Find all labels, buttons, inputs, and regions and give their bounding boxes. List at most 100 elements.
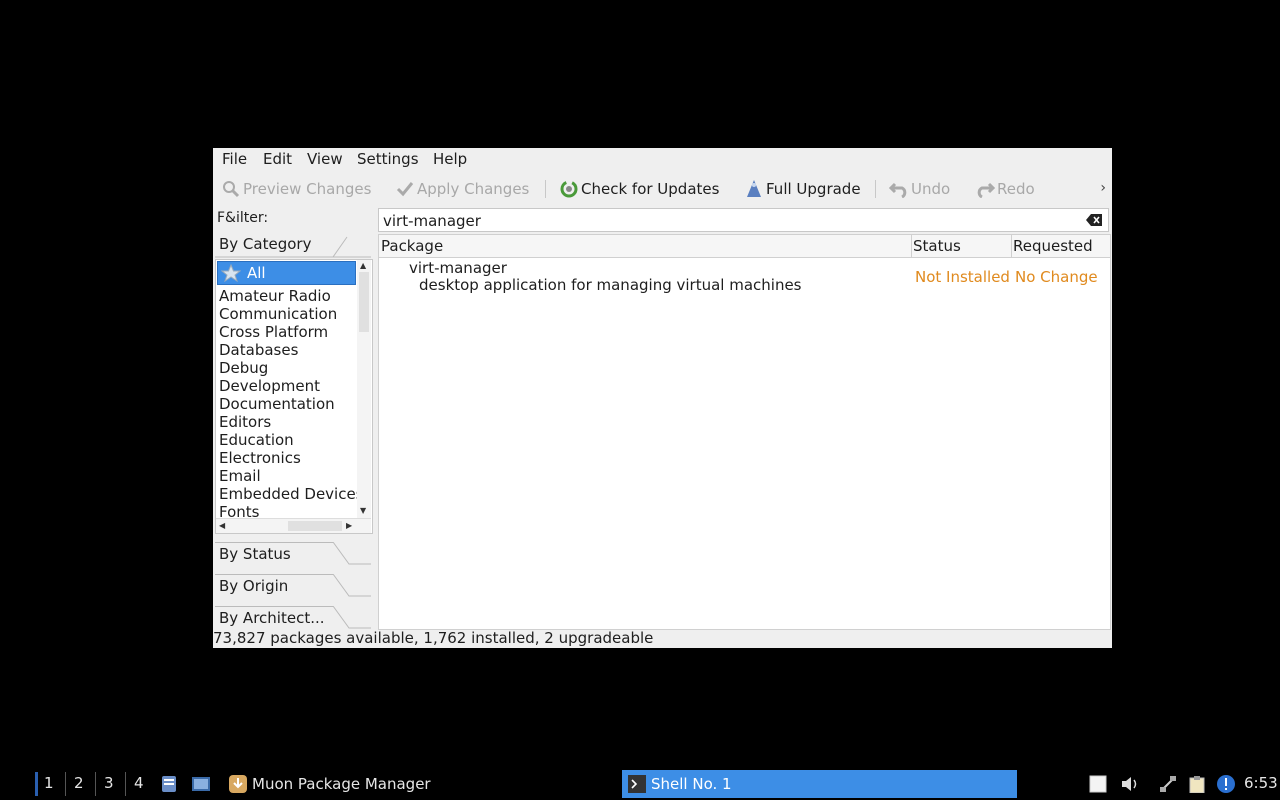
category-item[interactable]: Documentation xyxy=(216,395,357,413)
toolbar-separator xyxy=(875,180,876,198)
category-item[interactable]: Embedded Devices xyxy=(216,485,357,503)
workspace-separator xyxy=(125,772,126,796)
task-label: Shell No. 1 xyxy=(651,775,732,793)
column-divider[interactable] xyxy=(911,235,912,257)
package-table: Package Status Requested virt-manager de… xyxy=(378,234,1111,630)
category-item[interactable]: Education xyxy=(216,431,357,449)
clock[interactable]: 6:53 xyxy=(1244,774,1278,792)
section-by-origin[interactable]: By Origin xyxy=(215,574,371,600)
section-by-category[interactable]: By Category xyxy=(215,232,371,258)
status-bar-text: 73,827 packages available, 1,762 install… xyxy=(213,629,654,647)
category-item[interactable]: Cross Platform xyxy=(216,323,357,341)
task-shell[interactable]: Shell No. 1 xyxy=(622,770,1017,798)
scroll-left-arrow-icon[interactable]: ◀ xyxy=(219,521,225,530)
upgrade-icon xyxy=(744,179,764,199)
menu-file[interactable]: File xyxy=(222,150,247,168)
menu-view[interactable]: View xyxy=(307,150,343,168)
check-for-updates-label: Check for Updates xyxy=(581,180,720,198)
full-upgrade-button[interactable]: Full Upgrade xyxy=(744,178,861,200)
clear-search-icon[interactable] xyxy=(1086,214,1102,230)
file-manager-launcher-icon[interactable] xyxy=(159,774,179,794)
scroll-down-arrow-icon[interactable]: ▼ xyxy=(360,506,366,515)
section-by-status[interactable]: By Status xyxy=(215,542,371,568)
category-horizontal-scrollbar[interactable]: ◀ ▶ xyxy=(216,518,371,533)
column-divider[interactable] xyxy=(1011,235,1012,257)
search-input[interactable] xyxy=(381,210,1085,232)
scrollbar-thumb[interactable] xyxy=(288,521,342,531)
scroll-right-arrow-icon[interactable]: ▶ xyxy=(346,521,352,530)
toolbar-separator xyxy=(545,180,546,198)
section-by-architecture-label: By Architect... xyxy=(219,609,325,627)
table-row[interactable]: virt-manager desktop application for man… xyxy=(379,258,1110,296)
category-item[interactable]: Electronics xyxy=(216,449,357,467)
volume-icon[interactable] xyxy=(1120,774,1140,794)
preview-changes-button[interactable]: Preview Changes xyxy=(221,178,371,200)
checkmark-icon xyxy=(395,179,415,199)
menubar: File Edit View Settings Help xyxy=(213,148,1112,170)
category-item[interactable]: Databases xyxy=(216,341,357,359)
redo-button[interactable]: Redo xyxy=(975,178,1035,200)
workspace-3[interactable]: 3 xyxy=(104,774,114,792)
workspace-2[interactable]: 2 xyxy=(74,774,84,792)
scrollbar-thumb[interactable] xyxy=(359,272,369,332)
workspace-separator xyxy=(65,772,66,796)
apply-changes-label: Apply Changes xyxy=(417,180,530,198)
undo-label: Undo xyxy=(911,180,951,198)
workspace-1[interactable]: 1 xyxy=(44,774,54,792)
undo-button[interactable]: Undo xyxy=(889,178,950,200)
category-item-label: All xyxy=(247,264,266,282)
section-by-status-label: By Status xyxy=(219,545,291,563)
category-item[interactable]: Email xyxy=(216,467,357,485)
clipboard-icon[interactable] xyxy=(1187,774,1207,794)
category-item-all[interactable]: All xyxy=(217,261,356,285)
workspace-4[interactable]: 4 xyxy=(134,774,144,792)
category-item[interactable]: Debug xyxy=(216,359,357,377)
refresh-icon xyxy=(559,179,579,199)
notes-tray-icon[interactable] xyxy=(1088,774,1108,794)
desktop-launcher-icon[interactable] xyxy=(191,774,211,794)
redo-icon xyxy=(975,179,995,199)
category-item[interactable]: Editors xyxy=(216,413,357,431)
workspace-separator xyxy=(95,772,96,796)
scroll-up-arrow-icon[interactable]: ▲ xyxy=(360,261,366,270)
network-icon[interactable] xyxy=(1158,774,1178,794)
category-item[interactable]: Fonts xyxy=(216,503,357,518)
section-by-category-label: By Category xyxy=(219,235,312,253)
status-bar: 73,827 packages available, 1,762 install… xyxy=(213,629,1112,648)
menu-help[interactable]: Help xyxy=(433,150,467,168)
magnifier-icon xyxy=(221,179,241,199)
search-box xyxy=(378,208,1109,232)
muon-app-icon xyxy=(229,775,247,793)
undo-icon xyxy=(889,179,909,199)
category-item[interactable]: Communication xyxy=(216,305,357,323)
package-description: desktop application for managing virtual… xyxy=(419,276,802,294)
taskbar: 1 2 3 4 Muon Package Manager Shell No. 1… xyxy=(0,766,1280,800)
update-notification-icon[interactable] xyxy=(1216,774,1236,794)
task-muon-package-manager[interactable]: Muon Package Manager xyxy=(227,770,607,798)
package-name: virt-manager xyxy=(409,259,507,277)
active-workspace-indicator xyxy=(35,772,38,796)
redo-label: Redo xyxy=(997,180,1035,198)
toolbar-overflow-button[interactable]: › xyxy=(1100,180,1106,196)
column-header-package[interactable]: Package xyxy=(381,237,443,255)
preview-changes-label: Preview Changes xyxy=(243,180,372,198)
package-status: Not Installed xyxy=(915,268,1010,286)
toolbar: Preview Changes Apply Changes Check for … xyxy=(213,174,1112,204)
column-header-status[interactable]: Status xyxy=(913,237,961,255)
category-item[interactable]: Amateur Radio xyxy=(216,287,357,305)
category-item[interactable]: Development xyxy=(216,377,357,395)
category-vertical-scrollbar[interactable]: ▲ ▼ xyxy=(357,260,371,518)
full-upgrade-label: Full Upgrade xyxy=(766,180,861,198)
menu-edit[interactable]: Edit xyxy=(263,150,292,168)
column-header-requested[interactable]: Requested xyxy=(1013,237,1093,255)
section-by-origin-label: By Origin xyxy=(219,577,289,595)
filter-label: F&ilter: xyxy=(217,210,269,226)
star-icon xyxy=(221,264,241,282)
category-list: All Amateur Radio Communication Cross Pl… xyxy=(216,260,357,518)
check-for-updates-button[interactable]: Check for Updates xyxy=(559,178,719,200)
apply-changes-button[interactable]: Apply Changes xyxy=(395,178,529,200)
package-requested: No Change xyxy=(1015,268,1098,286)
muon-package-manager-window: File Edit View Settings Help Preview Cha… xyxy=(213,148,1112,648)
menu-settings[interactable]: Settings xyxy=(357,150,419,168)
task-label: Muon Package Manager xyxy=(252,775,431,793)
